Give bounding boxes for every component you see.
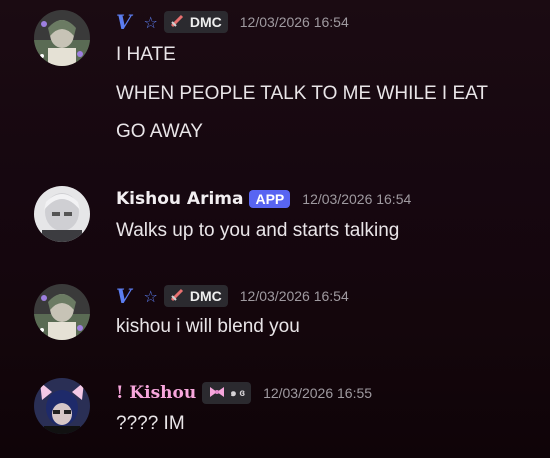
message-header: Kishou Arima APP 12/03/2026 16:54 (116, 187, 411, 211)
star-outline-icon: ☆ (143, 12, 158, 32)
timestamp[interactable]: 12/03/2026 16:54 (240, 14, 349, 30)
server-tag[interactable]: ๑ ɞ (202, 382, 252, 404)
message-line: kishou i will blend you (116, 316, 300, 337)
star-outline-icon: ☆ (143, 286, 158, 306)
server-tag-label: DMC (189, 288, 222, 304)
timestamp[interactable]: 12/03/2026 16:55 (263, 385, 372, 401)
username[interactable]: ! Kishou (116, 383, 196, 403)
server-tag[interactable]: DMC (163, 11, 228, 33)
message-header: V ☆ DMC 12/03/2026 16:54 (116, 10, 349, 34)
avatar-v[interactable] (34, 10, 90, 66)
server-tag-label: ๑ ɞ (230, 387, 246, 399)
pink-bow-icon (208, 385, 226, 402)
message-line: GO AWAY (116, 121, 203, 142)
username[interactable]: Kishou Arima (116, 189, 243, 209)
server-tag[interactable]: DMC (163, 285, 228, 307)
username[interactable]: V (116, 10, 132, 34)
sword-icon (170, 14, 186, 31)
timestamp[interactable]: 12/03/2026 16:54 (240, 288, 349, 304)
message-header: ! Kishou ๑ ɞ 12/03/2026 16:55 (116, 381, 372, 405)
avatar-v[interactable] (34, 284, 90, 340)
avatar-kishou[interactable] (34, 378, 90, 434)
timestamp[interactable]: 12/03/2026 16:54 (302, 191, 411, 207)
server-tag-label: DMC (189, 14, 222, 30)
app-badge: APP (249, 190, 291, 208)
message-line: WHEN PEOPLE TALK TO ME WHILE I EAT (116, 83, 488, 104)
sword-icon (170, 288, 186, 305)
message-line: ???? IM (116, 413, 185, 434)
username[interactable]: V (116, 284, 132, 308)
message-line: Walks up to you and starts talking (116, 220, 400, 241)
avatar-kishou-arima[interactable] (34, 186, 90, 242)
message-header: V ☆ DMC 12/03/2026 16:54 (116, 284, 349, 308)
message-line: I HATE (116, 44, 176, 65)
